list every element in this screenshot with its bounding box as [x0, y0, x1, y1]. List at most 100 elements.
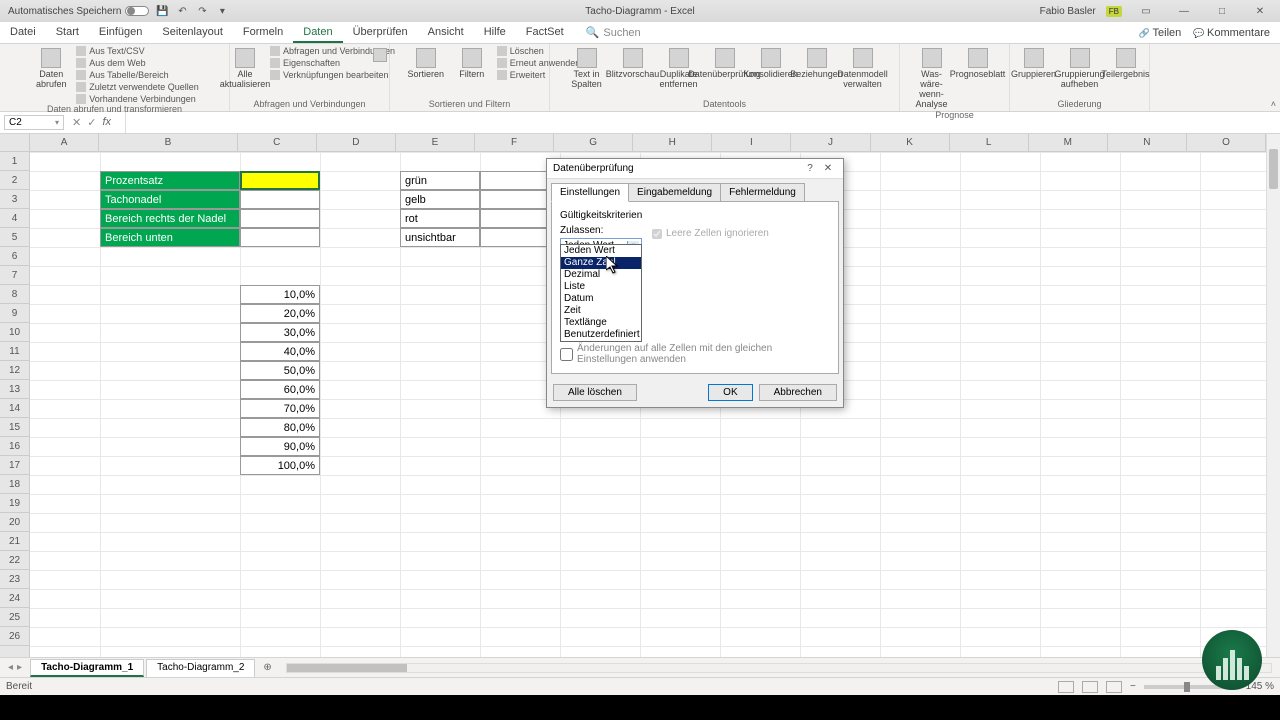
cell[interactable]: 20,0% [240, 304, 320, 323]
cell[interactable]: 70,0% [240, 399, 320, 418]
col-header[interactable]: G [554, 134, 633, 151]
normal-view-icon[interactable] [1058, 681, 1074, 693]
col-header[interactable]: L [950, 134, 1029, 151]
zoom-out-icon[interactable]: − [1130, 681, 1136, 692]
ribbon-tab-seitenlayout[interactable]: Seitenlayout [152, 23, 233, 43]
refresh-all-button[interactable]: Alle aktualisieren [224, 46, 266, 90]
fx-icon[interactable]: fx [102, 116, 117, 129]
ribbon-tab-hilfe[interactable]: Hilfe [474, 23, 516, 43]
user-name[interactable]: Fabio Basler [1040, 6, 1096, 17]
cell[interactable]: 50,0% [240, 361, 320, 380]
row-header[interactable]: 18 [0, 475, 29, 494]
col-header[interactable]: M [1029, 134, 1108, 151]
dialog-titlebar[interactable]: Datenüberprüfung ? ✕ [547, 159, 843, 179]
row-header[interactable]: 7 [0, 266, 29, 285]
minimize-icon[interactable]: — [1170, 1, 1198, 21]
row-header[interactable]: 26 [0, 627, 29, 646]
share-button[interactable]: Teilen [1139, 27, 1181, 39]
cell[interactable]: 30,0% [240, 323, 320, 342]
name-box[interactable]: C2▾ [4, 115, 64, 130]
row-header[interactable]: 16 [0, 437, 29, 456]
cell[interactable]: 10,0% [240, 285, 320, 304]
remove-dup-button[interactable]: Duplikate entfernen [658, 46, 700, 90]
ribbon-tab-factset[interactable]: FactSet [516, 23, 574, 43]
sort-az-button[interactable] [359, 46, 401, 62]
row-header[interactable]: 1 [0, 152, 29, 171]
cell[interactable]: Bereich rechts der Nadel [100, 209, 240, 228]
row-header[interactable]: 17 [0, 456, 29, 475]
col-header[interactable]: H [633, 134, 712, 151]
dropdown-option[interactable]: Jeden Wert [561, 245, 641, 257]
cell[interactable]: unsichtbar [400, 228, 480, 247]
cell[interactable]: Prozentsatz [100, 171, 240, 190]
cell[interactable]: 40,0% [240, 342, 320, 361]
dialog-tab[interactable]: Fehlermeldung [720, 183, 805, 202]
ribbon-item[interactable]: Aus Tabelle/Bereich [76, 70, 199, 80]
cell[interactable]: 60,0% [240, 380, 320, 399]
data-validation-button[interactable]: Datenüberprüfung [704, 46, 746, 80]
row-header[interactable]: 21 [0, 532, 29, 551]
text-to-columns-button[interactable]: Text in Spalten [566, 46, 608, 90]
cell[interactable]: Bereich unten [100, 228, 240, 247]
col-header[interactable]: J [791, 134, 870, 151]
save-icon[interactable]: 💾 [155, 4, 169, 18]
page-layout-icon[interactable] [1082, 681, 1098, 693]
col-header[interactable]: C [238, 134, 317, 151]
autosave-toggle[interactable]: Automatisches Speichern [8, 6, 149, 17]
dialog-help-icon[interactable]: ? [801, 163, 819, 174]
dialog-close-icon[interactable]: ✕ [819, 163, 837, 174]
dropdown-option[interactable]: Datum [561, 293, 641, 305]
filter-button[interactable]: Filtern [451, 46, 493, 80]
close-icon[interactable]: ✕ [1246, 1, 1274, 21]
sheet-next-icon[interactable]: ▸ [17, 662, 22, 673]
cell[interactable]: grün [400, 171, 480, 190]
cell[interactable] [240, 209, 320, 228]
dropdown-option[interactable]: Textlänge [561, 317, 641, 329]
flash-fill-button[interactable]: Blitzvorschau [612, 46, 654, 80]
col-header[interactable]: K [871, 134, 950, 151]
col-header[interactable]: I [712, 134, 791, 151]
ribbon-item[interactable]: Zuletzt verwendete Quellen [76, 82, 199, 92]
zoom-slider[interactable] [1144, 685, 1224, 689]
row-header[interactable]: 25 [0, 608, 29, 627]
ribbon-item[interactable]: Aus Text/CSV [76, 46, 199, 56]
col-header[interactable]: F [475, 134, 554, 151]
ribbon-tab-einfügen[interactable]: Einfügen [89, 23, 152, 43]
col-header[interactable]: B [99, 134, 237, 151]
maximize-icon[interactable]: □ [1208, 1, 1236, 21]
row-header[interactable]: 12 [0, 361, 29, 380]
clear-all-button[interactable]: Alle löschen [553, 384, 637, 401]
page-break-icon[interactable] [1106, 681, 1122, 693]
sheet-tab[interactable]: Tacho-Diagramm_1 [30, 659, 144, 677]
search-box[interactable]: 🔍 Suchen [586, 26, 641, 39]
dropdown-option[interactable]: Zeit [561, 305, 641, 317]
forecast-button[interactable]: Prognoseblatt [957, 46, 999, 80]
toggle-switch[interactable] [125, 6, 149, 16]
cell[interactable] [240, 171, 320, 190]
row-header[interactable]: 5 [0, 228, 29, 247]
subtotal-button[interactable]: Teilergebnis [1105, 46, 1147, 80]
dropdown-option[interactable]: Ganze Zahl [561, 257, 641, 269]
row-header[interactable]: 19 [0, 494, 29, 513]
sort-button[interactable]: Sortieren [405, 46, 447, 80]
data-model-button[interactable]: Datenmodell verwalten [842, 46, 884, 90]
ribbon-tab-ansicht[interactable]: Ansicht [418, 23, 474, 43]
row-header[interactable]: 2 [0, 171, 29, 190]
cell[interactable] [240, 228, 320, 247]
row-header[interactable]: 4 [0, 209, 29, 228]
col-header[interactable]: N [1108, 134, 1187, 151]
row-header[interactable]: 13 [0, 380, 29, 399]
horizontal-scrollbar[interactable] [286, 663, 1272, 673]
dialog-tab[interactable]: Einstellungen [551, 183, 629, 202]
row-header[interactable]: 9 [0, 304, 29, 323]
ribbon-tab-formeln[interactable]: Formeln [233, 23, 293, 43]
row-header[interactable]: 10 [0, 323, 29, 342]
ribbon-tab-start[interactable]: Start [46, 23, 89, 43]
dropdown-option[interactable]: Liste [561, 281, 641, 293]
select-all-corner[interactable] [0, 134, 30, 152]
cell[interactable]: rot [400, 209, 480, 228]
row-header[interactable]: 22 [0, 551, 29, 570]
ok-button[interactable]: OK [708, 384, 752, 401]
get-data-button[interactable]: Daten abrufen [30, 46, 72, 90]
dialog-tab[interactable]: Eingabemeldung [628, 183, 721, 202]
